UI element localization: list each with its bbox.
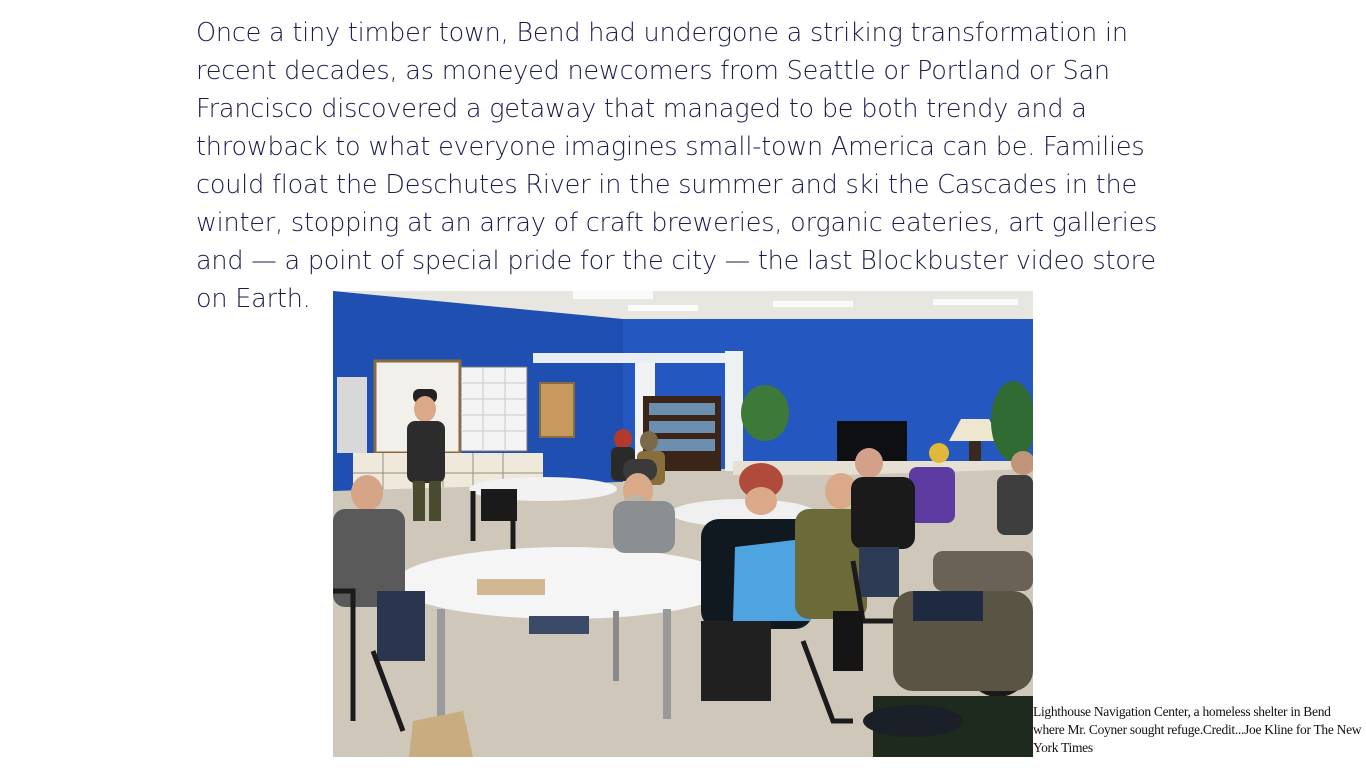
credit-label: Credit... xyxy=(1202,722,1245,737)
article-paragraph: Once a tiny timber town, Bend had underg… xyxy=(196,18,1158,314)
shelter-photo xyxy=(333,291,1033,757)
photo-caption: Lighthouse Navigation Center, a homeless… xyxy=(1033,703,1363,757)
